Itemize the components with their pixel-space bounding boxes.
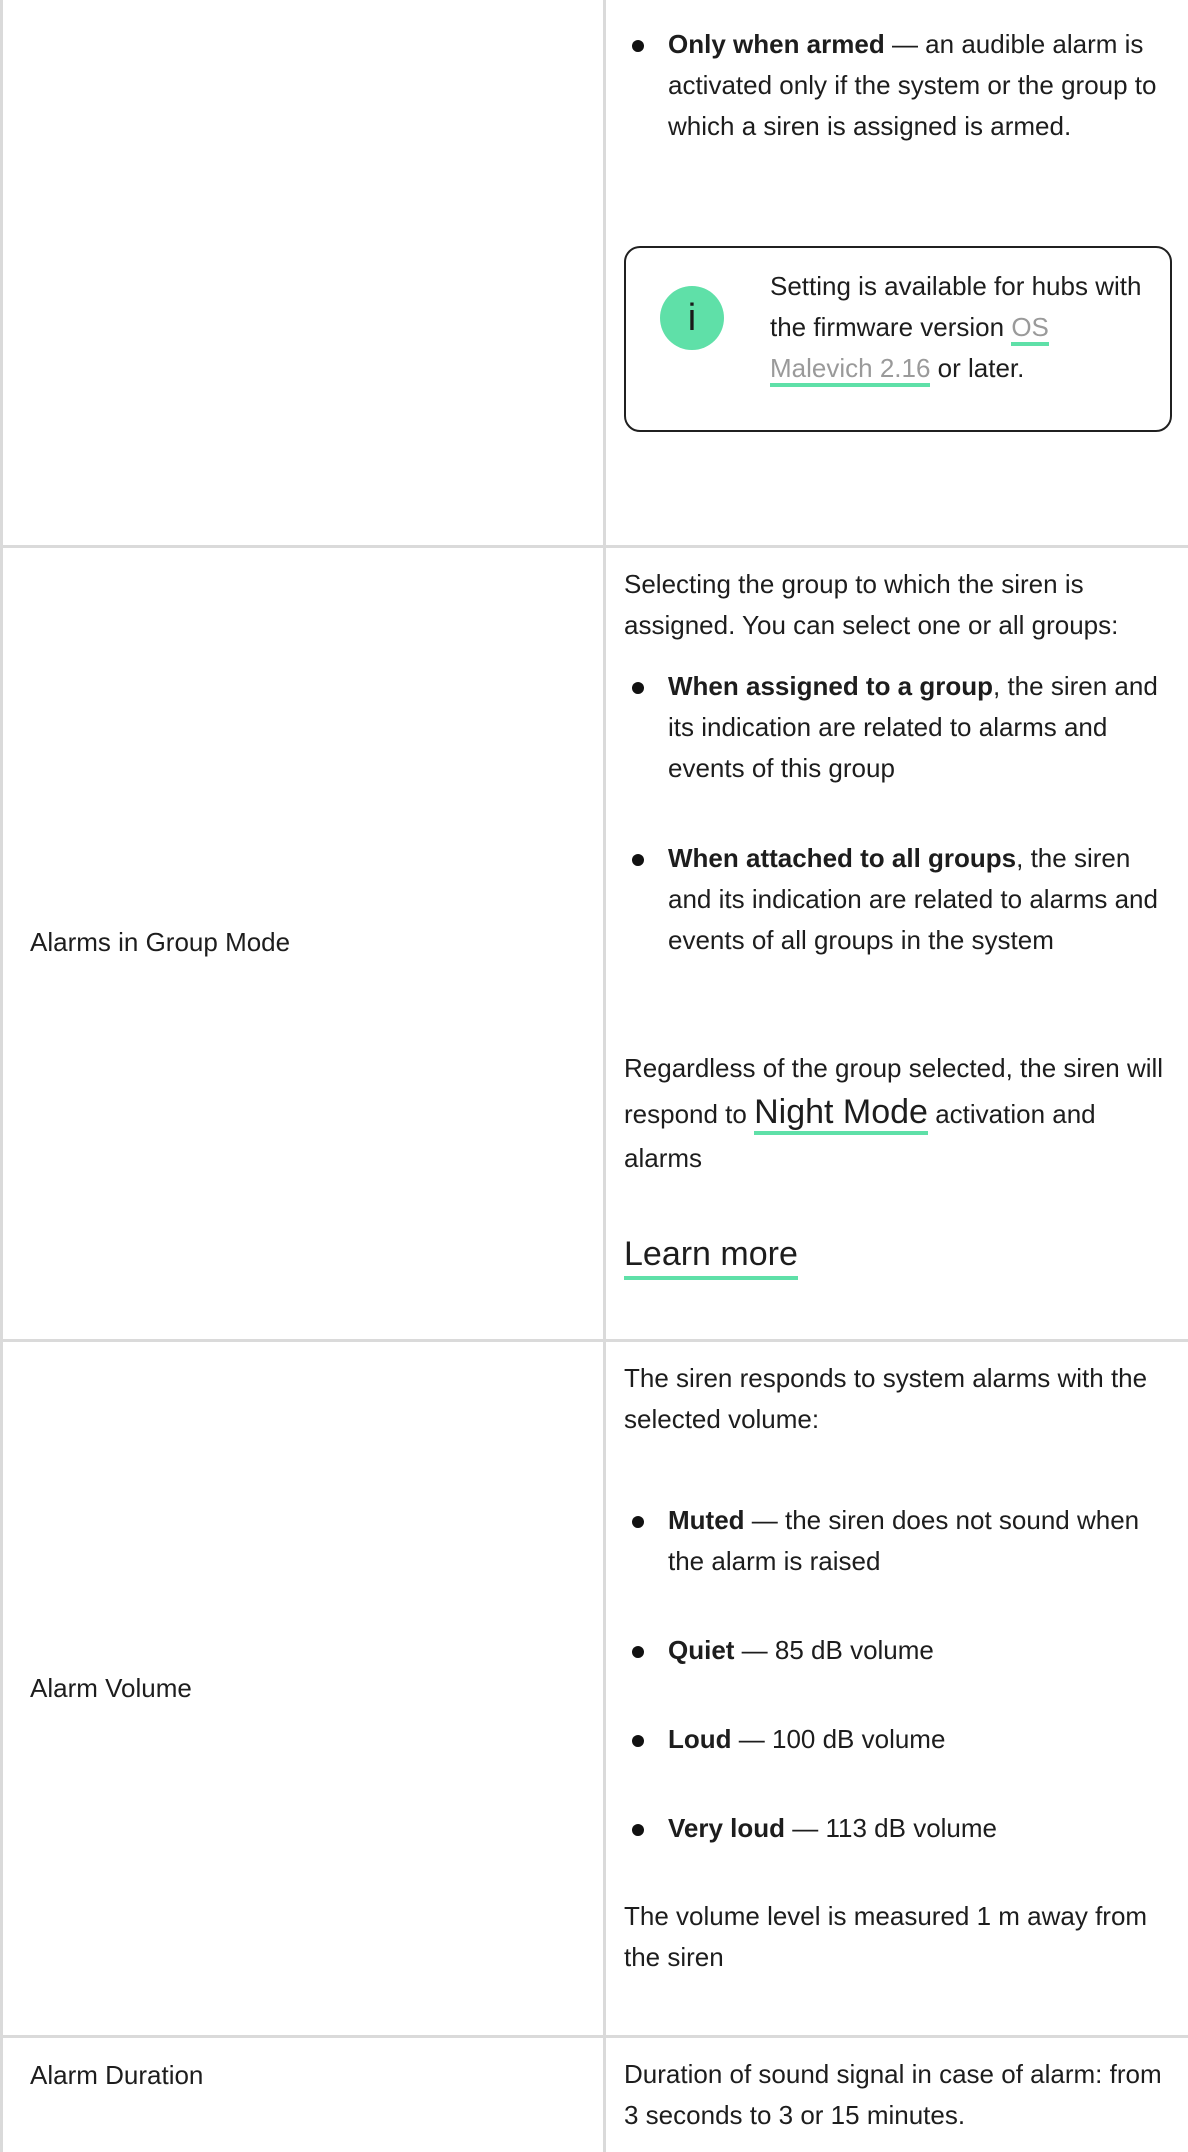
volume-footnote: The volume level is measured 1 m away fr… [624, 1901, 1148, 1972]
list-item: When assigned to a group, the siren and … [624, 666, 1170, 789]
list-item: When attached to all groups, the siren a… [624, 838, 1170, 961]
list-item: Quiet — 85 dB volume [624, 1630, 1170, 1671]
list-item: Very loud — 113 dB volume [624, 1808, 1170, 1849]
row-divider [0, 545, 1188, 548]
table-column-divider [603, 0, 606, 2152]
armed-mode-list: Only when armed — an audible alarm is ac… [624, 24, 1164, 147]
row-divider [0, 1339, 1188, 1342]
table-left-border [0, 0, 3, 2152]
info-icon: i [660, 286, 724, 350]
list-item: Loud — 100 dB volume [624, 1719, 1170, 1760]
notice-text: Setting is available for hubs with the f… [770, 266, 1150, 389]
setting-label: Alarm Volume [30, 1673, 192, 1703]
list-item: Only when armed — an audible alarm is ac… [624, 24, 1164, 147]
night-mode-note: Regardless of the group selected, the si… [624, 1053, 1164, 1173]
volume-list: Muted — the siren does not sound when th… [624, 1500, 1170, 1849]
setting-label: Alarm Duration [30, 2060, 204, 2090]
group-mode-list: When assigned to a group, the siren and … [624, 666, 1170, 961]
setting-label: Alarms in Group Mode [30, 927, 291, 957]
row-divider [0, 2035, 1188, 2038]
setting-description: The siren responds to system alarms with… [624, 1363, 1148, 1434]
learn-more-link[interactable]: Learn more [624, 1232, 798, 1280]
setting-description: Selecting the group to which the siren i… [624, 569, 1119, 640]
night-mode-link[interactable]: Night Mode [754, 1093, 928, 1135]
list-item: Muted — the siren does not sound when th… [624, 1500, 1170, 1582]
firmware-notice: i Setting is available for hubs with the… [624, 246, 1172, 432]
setting-description: Duration of sound signal in case of alar… [624, 2059, 1162, 2130]
